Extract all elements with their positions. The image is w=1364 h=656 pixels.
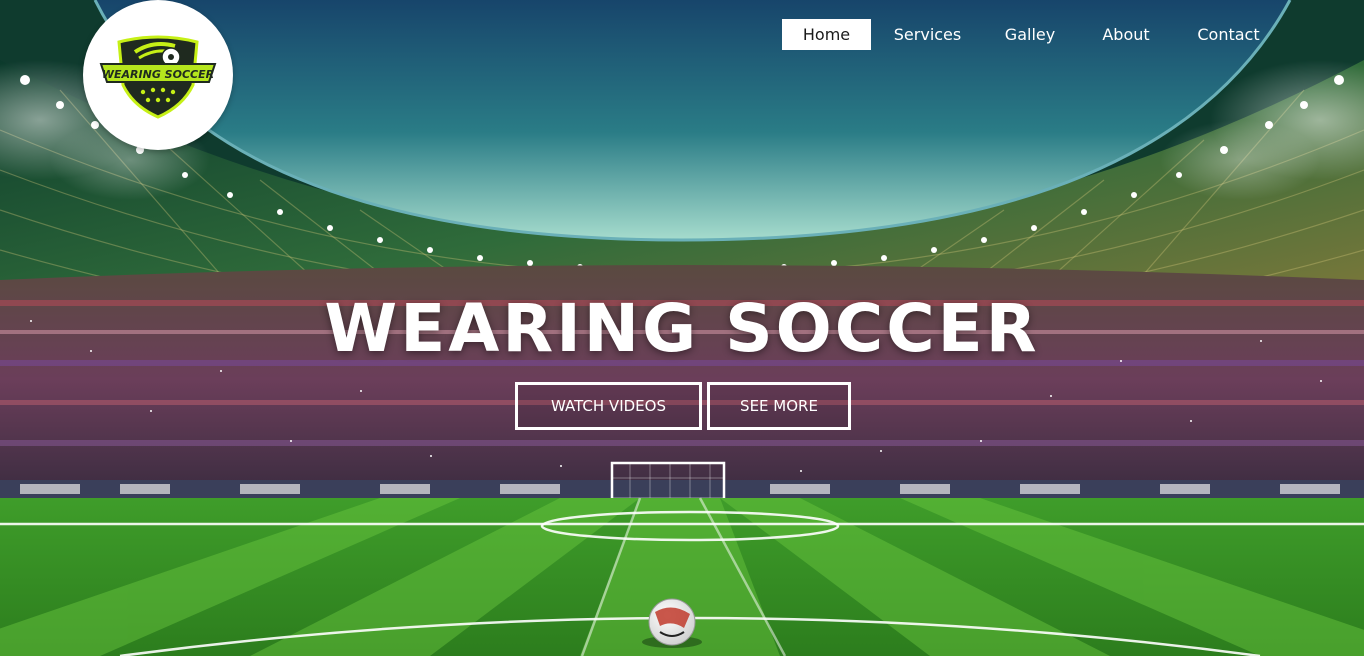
see-more-label: SEE MORE [740, 397, 818, 415]
watch-videos-button[interactable]: WATCH VIDEOS [515, 382, 702, 430]
nav-services[interactable]: Services [871, 19, 984, 50]
see-more-button[interactable]: SEE MORE [707, 382, 851, 430]
shield-logo-icon: WEARING SOCCER [99, 35, 217, 119]
svg-text:WEARING SOCCER: WEARING SOCCER [102, 68, 214, 81]
nav-about[interactable]: About [1076, 19, 1176, 50]
nav-galley[interactable]: Galley [984, 19, 1076, 50]
hero-title: WEARING SOCCER [324, 290, 1040, 367]
site-logo[interactable]: WEARING SOCCER [83, 0, 233, 150]
nav-home[interactable]: Home [782, 19, 871, 50]
nav-contact[interactable]: Contact [1176, 19, 1281, 50]
main-nav: Home Services Galley About Contact [782, 19, 1281, 50]
watch-videos-label: WATCH VIDEOS [551, 397, 666, 415]
